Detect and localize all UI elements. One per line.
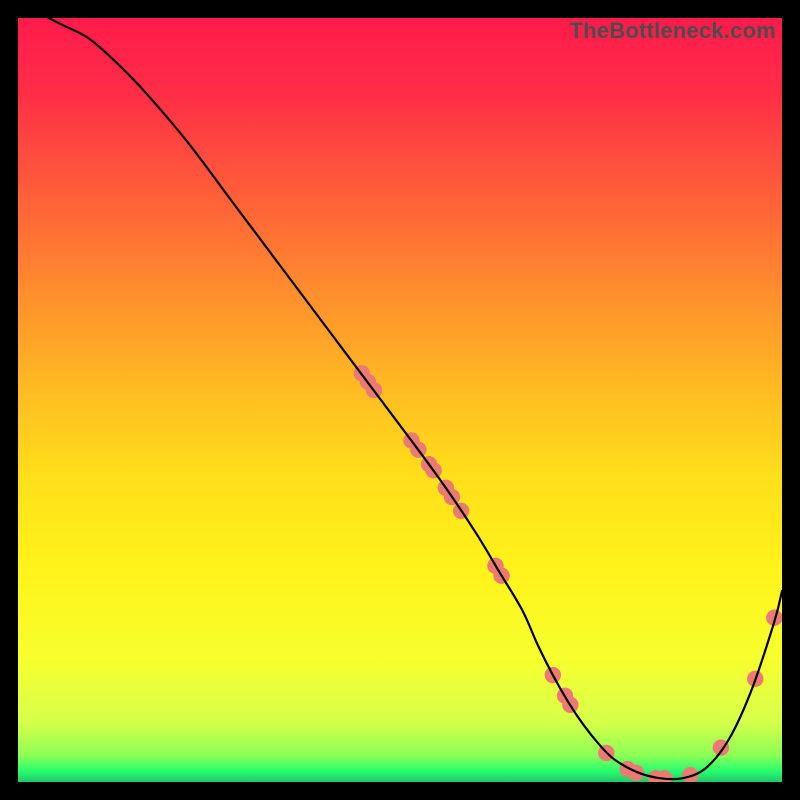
watermark-text: TheBottleneck.com — [570, 18, 776, 44]
gradient-bg — [18, 18, 782, 782]
bottleneck-chart — [18, 18, 782, 782]
chart-frame: TheBottleneck.com — [18, 18, 782, 782]
